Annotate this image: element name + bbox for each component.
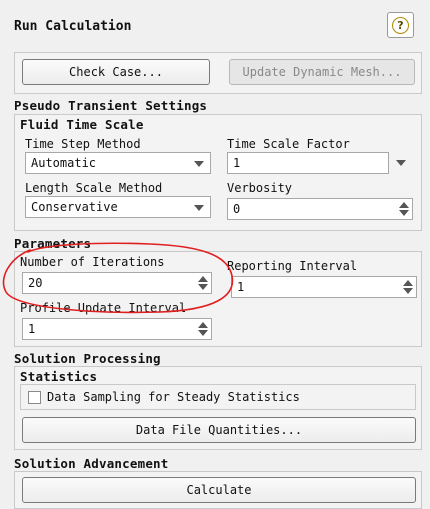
parameters-title: Parameters [14, 236, 92, 251]
panel-title: Run Calculation [14, 19, 132, 34]
time-step-method-select[interactable]: Automatic [25, 152, 211, 174]
length-scale-method-select[interactable]: Conservative [25, 196, 211, 218]
data-sampling-checkbox[interactable] [28, 391, 41, 404]
statistics-title: Statistics [20, 369, 98, 384]
calculate-button[interactable]: Calculate [22, 477, 416, 503]
data-sampling-label: Data Sampling for Steady Statistics [47, 390, 300, 404]
reporting-interval-value: 1 [237, 280, 245, 294]
data-file-quantities-button[interactable]: Data File Quantities... [22, 417, 416, 443]
spinner-icon[interactable] [398, 201, 410, 217]
chevron-down-icon [194, 205, 204, 211]
help-icon: ? [392, 16, 409, 34]
verbosity-input[interactable]: 0 [227, 198, 413, 220]
update-dynamic-mesh-button[interactable]: Update Dynamic Mesh... [229, 59, 415, 85]
length-scale-method-label: Length Scale Method [25, 181, 163, 195]
profile-update-interval-input[interactable]: 1 [22, 318, 212, 340]
reporting-interval-label: Reporting Interval [227, 259, 358, 273]
verbosity-value: 0 [233, 202, 241, 216]
number-of-iterations-value: 20 [28, 276, 43, 290]
time-step-method-value: Automatic [31, 156, 97, 170]
fluid-time-scale-title: Fluid Time Scale [20, 117, 144, 132]
number-of-iterations-label: Number of Iterations [20, 255, 165, 269]
time-scale-factor-value: 1 [233, 156, 241, 170]
verbosity-label: Verbosity [227, 181, 293, 195]
check-case-button[interactable]: Check Case... [22, 59, 210, 85]
profile-update-interval-value: 1 [28, 322, 36, 336]
spinner-icon[interactable] [197, 321, 209, 337]
number-of-iterations-input[interactable]: 20 [22, 272, 212, 294]
time-scale-factor-input[interactable]: 1 [227, 152, 389, 174]
spinner-icon[interactable] [197, 275, 209, 291]
help-button[interactable]: ? [387, 12, 414, 38]
solution-advancement-title: Solution Advancement [14, 456, 169, 471]
profile-update-interval-label: Profile Update Interval [20, 301, 187, 315]
length-scale-method-value: Conservative [31, 200, 118, 214]
reporting-interval-input[interactable]: 1 [231, 276, 417, 298]
time-scale-factor-label: Time Scale Factor [227, 137, 350, 151]
time-scale-factor-dropdown-icon[interactable] [396, 160, 406, 166]
pseudo-transient-title: Pseudo Transient Settings [14, 98, 208, 113]
chevron-down-icon [194, 161, 204, 167]
time-step-method-label: Time Step Method [25, 137, 141, 151]
spinner-icon[interactable] [402, 279, 414, 295]
solution-processing-title: Solution Processing [14, 351, 161, 366]
